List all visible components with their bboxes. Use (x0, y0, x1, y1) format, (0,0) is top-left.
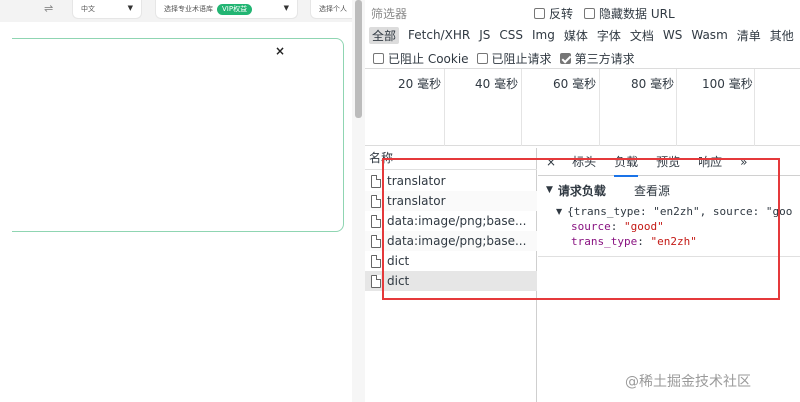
network-timeline[interactable]: 20 毫秒 40 毫秒 60 毫秒 80 毫秒 100 毫秒 (365, 68, 800, 146)
filter-other[interactable]: 其他 (770, 27, 794, 44)
filter-input[interactable]: 筛选器 (371, 5, 534, 22)
timeline-tick: 40 毫秒 (475, 77, 519, 91)
translation-input-card[interactable] (12, 38, 344, 232)
personal-select[interactable]: 选择个人 (310, 0, 352, 19)
payload-section: ▼ 请求负载 查看源 ▼ {trans_type: "en2zh", sourc… (538, 181, 800, 249)
devtools-network-panel: 筛选器 反转 隐藏数据 URL 全部 Fetch/XHR JS CSS Img … (365, 0, 800, 402)
request-name: dict (387, 274, 410, 288)
request-list: 名称 translator translator data:image/png;… (365, 148, 537, 402)
filter-row: 筛选器 反转 隐藏数据 URL (365, 4, 800, 22)
payload-section-title[interactable]: 请求负载 (558, 182, 606, 199)
document-icon (371, 174, 381, 188)
filter-ws[interactable]: WS (663, 28, 682, 42)
request-item-translator[interactable]: translator (365, 191, 537, 211)
request-name: dict (387, 254, 410, 268)
toolbar-strip: ⇌ 中文 ▼ 选择专业术语库 VIP权益 ▼ 选择个人 (0, 0, 352, 22)
filter-media[interactable]: 媒体 (564, 27, 588, 44)
language-select[interactable]: 中文 ▼ (72, 0, 142, 19)
scrollbar-thumb[interactable] (355, 0, 362, 118)
request-item-dict-selected[interactable]: dict (365, 271, 537, 291)
payload-object-summary: {trans_type: "en2zh", source: "goo (567, 204, 793, 218)
blocked-requests-label: 已阻止请求 (491, 51, 552, 66)
payload-property-source: source: "good" (571, 220, 664, 233)
timeline-gridline (521, 69, 522, 146)
filter-wasm[interactable]: Wasm (691, 28, 727, 42)
request-name: data:image/png;base... (387, 234, 527, 248)
filter-fetch-xhr[interactable]: Fetch/XHR (408, 28, 470, 42)
filter-css[interactable]: CSS (499, 28, 523, 42)
timeline-gridline (754, 69, 755, 146)
invert-label: 反转 (549, 6, 574, 21)
image-file-icon (371, 234, 381, 248)
filter-all[interactable]: 全部 (369, 26, 400, 44)
web-page-area: ⇌ 中文 ▼ 选择专业术语库 VIP权益 ▼ 选择个人 × (0, 0, 352, 402)
details-tabs: × 标头 负载 预览 响应 » (538, 148, 800, 177)
terminology-select-value: 选择专业术语库 (164, 5, 213, 13)
filter-font[interactable]: 字体 (597, 27, 621, 44)
timeline-tick: 20 毫秒 (398, 77, 442, 91)
timeline-tick: 60 毫秒 (553, 77, 597, 91)
personal-select-value: 选择个人 (319, 5, 347, 13)
chevron-down-icon: ▼ (283, 4, 289, 12)
property-key: source (571, 220, 611, 233)
request-item-dict[interactable]: dict (365, 251, 537, 271)
view-source-link[interactable]: 查看源 (634, 182, 670, 199)
timeline-tick: 100 毫秒 (702, 77, 753, 91)
blocked-cookie-label: 已阻止 Cookie (388, 51, 469, 66)
request-details: × 标头 负载 预览 响应 » ▼ 请求负载 查看源 ▼ {trans_type… (538, 148, 800, 402)
payload-object-row[interactable]: ▼ {trans_type: "en2zh", source: "goo (538, 203, 800, 219)
request-item-translator[interactable]: translator (365, 171, 537, 191)
request-name: data:image/png;base... (387, 214, 527, 228)
name-column-header[interactable]: 名称 (365, 148, 537, 170)
tab-headers[interactable]: 标头 (572, 153, 596, 170)
timeline-gridline (444, 69, 445, 146)
invert-checkbox[interactable] (534, 7, 545, 19)
more-tabs-icon[interactable]: » (740, 155, 747, 169)
watermark: @稀土掘金技术社区 (625, 374, 751, 390)
hide-data-url-label: 隐藏数据 URL (599, 6, 675, 21)
property-value: "good" (624, 220, 664, 233)
image-file-icon (371, 214, 381, 228)
tab-response[interactable]: 响应 (698, 153, 722, 170)
third-party-checkbox[interactable] (559, 52, 571, 64)
swap-icon[interactable]: ⇌ (44, 2, 53, 15)
triangle-down-icon[interactable]: ▼ (546, 185, 553, 195)
close-icon[interactable]: × (546, 155, 556, 169)
tab-payload[interactable]: 负载 (614, 153, 639, 177)
timeline-gridline (599, 69, 600, 146)
request-item-image[interactable]: data:image/png;base... (365, 231, 537, 251)
payload-property-trans-type: trans_type: "en2zh" (571, 235, 697, 248)
filter-img[interactable]: Img (532, 28, 555, 42)
filter-doc[interactable]: 文档 (630, 27, 654, 44)
request-name: translator (387, 174, 446, 188)
type-filter-bar: 全部 Fetch/XHR JS CSS Img 媒体 字体 文档 WS Wasm… (365, 25, 800, 45)
blocked-requests-checkbox[interactable] (476, 52, 488, 64)
blocked-cookie-checkbox[interactable] (373, 52, 384, 64)
filter-js[interactable]: JS (479, 28, 490, 42)
request-item-image[interactable]: data:image/png;base... (365, 211, 537, 231)
document-icon (371, 194, 381, 208)
tab-preview[interactable]: 预览 (656, 153, 680, 170)
request-name: translator (387, 194, 446, 208)
terminology-select[interactable]: 选择专业术语库 VIP权益 ▼ (155, 0, 298, 19)
document-icon (371, 274, 381, 288)
chevron-down-icon: ▼ (127, 4, 133, 12)
filter-manifest[interactable]: 清单 (737, 27, 761, 44)
blocked-filter-row: 已阻止 Cookie 已阻止请求 第三方请求 (365, 49, 800, 67)
payload-header: ▼ 请求负载 查看源 (538, 181, 800, 199)
vip-badge: VIP权益 (217, 3, 253, 15)
third-party-label: 第三方请求 (574, 51, 635, 66)
triangle-down-icon[interactable]: ▼ (556, 207, 562, 216)
hide-data-url-checkbox[interactable] (584, 7, 596, 19)
section-divider (538, 256, 800, 257)
timeline-gridline (676, 69, 677, 146)
document-icon (371, 254, 381, 268)
property-key: trans_type (571, 235, 638, 248)
language-select-value: 中文 (81, 5, 95, 13)
property-value: "en2zh" (650, 235, 697, 248)
close-icon[interactable]: × (275, 44, 285, 58)
timeline-tick: 80 毫秒 (631, 77, 675, 91)
